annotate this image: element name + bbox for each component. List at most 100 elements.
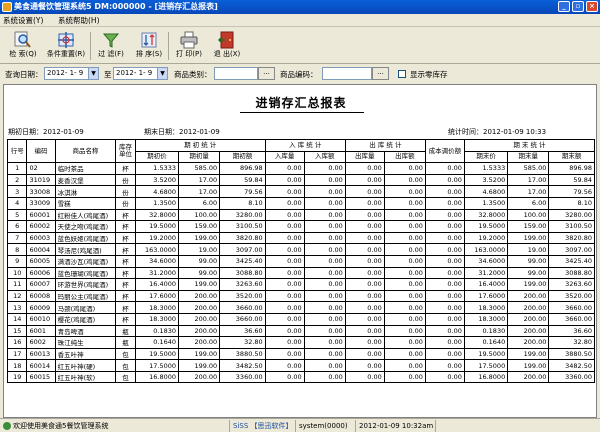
table-cell: 19 [6, 370, 28, 384]
table-cell: 36.60 [219, 324, 266, 338]
table-cell: 杯 [115, 266, 136, 280]
zero-stock-checkbox[interactable] [398, 70, 406, 78]
search-button[interactable]: 检 索(Q) [6, 30, 40, 62]
table-cell: 0.00 [424, 254, 465, 268]
table-row[interactable]: 7 60003 蓝色妖姬(鸡尾酒) 杯 19.2000 199.00 3820.80 0.00… [6, 231, 595, 245]
table-cell: 0.00 [424, 347, 465, 361]
table-cell: 3482.50 [548, 359, 595, 372]
table-row[interactable]: 18 60014 红五叶神(硬) 包 17.5000 199.00 3482.50 0.00 0… [6, 359, 595, 372]
table-cell: 19.5000 [463, 347, 509, 361]
table-cell: 0.00 [383, 370, 426, 384]
table-cell: 199.00 [178, 278, 221, 291]
table-cell: 34.6000 [463, 254, 509, 268]
code-browse-button[interactable]: ... [372, 67, 389, 80]
end-period: 期末日期：2012-01-09 [144, 128, 220, 136]
table-cell: 200.00 [507, 370, 550, 384]
table-cell: 8.10 [548, 196, 595, 210]
table-row[interactable]: 11 60007 环游世界(鸡尾酒) 杯 16.4000 199.00 3263.60 0.0… [6, 278, 595, 291]
menu-system-help[interactable]: 系统帮助(H) [58, 15, 100, 26]
printer-icon [180, 31, 198, 49]
code-input[interactable] [322, 67, 372, 80]
table-cell: 200.00 [507, 301, 550, 314]
table-cell: 0.00 [344, 266, 385, 280]
header-init-qty: 期初量 [178, 150, 221, 164]
table-cell: 59.84 [219, 173, 266, 187]
table-cell: 3100.50 [219, 220, 266, 233]
table-row[interactable]: 10 60006 蓝色珊瑚(鸡尾酒) 杯 31.2000 99.00 3088.80 0.00… [6, 266, 595, 280]
minimize-icon[interactable]: _ [558, 1, 570, 12]
table-cell: 5 [6, 208, 28, 222]
table-row[interactable]: 6 60002 天使之吻(鸡尾酒) 杯 19.5000 159.00 3100.50 0.00… [6, 220, 595, 233]
table-cell: 0.00 [383, 162, 426, 175]
chevron-down-icon[interactable]: ▼ [157, 68, 167, 79]
group-header-initial: 期 初 统 计 [134, 139, 266, 152]
table-cell: 杯 [115, 220, 136, 233]
table-cell: 31019 [26, 173, 56, 187]
table-row[interactable]: 5 60001 红粉佳人(鸡尾酒) 杯 32.8000 100.00 3280.00 0.00… [6, 208, 595, 222]
table-cell: 0.00 [383, 278, 426, 291]
table-row[interactable]: 17 60013 香五叶神包 19.5000 199.00 3880.50 0.00 0.00… [6, 347, 595, 361]
table-cell: 6.00 [178, 196, 221, 210]
exit-button[interactable]: 退 出(X) [210, 30, 244, 62]
table-cell: 0.00 [264, 173, 305, 187]
table-cell: 3880.50 [548, 347, 595, 361]
table-row[interactable]: 12 60008 玛丽公主(鸡尾酒) 杯 17.6000 200.00 3520.00 0.0… [6, 289, 595, 303]
table-row[interactable]: 9 60005 满酒沙瓦(鸡尾酒) 杯 34.6000 99.00 3425.40 0.00 0… [6, 254, 595, 268]
table-cell: 冰淇淋 [54, 185, 117, 198]
table-cell: 珠江纯生 [54, 336, 117, 349]
table-cell: 杯 [115, 254, 136, 268]
table-cell: 0.00 [344, 370, 385, 384]
table-cell: 0.00 [264, 324, 305, 338]
toolbar-separator [168, 32, 169, 60]
table-cell: 3660.00 [219, 301, 266, 314]
table-cell: 0.00 [264, 196, 305, 210]
table-cell: 200.00 [507, 312, 550, 326]
table-row[interactable]: 15 6001 青岛啤酒瓶 0.1830 200.00 36.60 0.00 0.00 0.00… [6, 324, 595, 338]
table-row[interactable]: 14 60010 樱花(鸡尾酒) 杯 18.3000 200.00 3660.00 0.00 0… [6, 312, 595, 326]
category-browse-button[interactable]: ... [258, 67, 275, 80]
table-cell: 11 [6, 278, 28, 291]
table-cell: 896.98 [219, 162, 266, 175]
table-cell: 3.5200 [463, 173, 509, 187]
table-row[interactable]: 2 31019 麦香汉堡份 3.5200 17.00 59.84 0.00 0.00 0.00 0… [6, 173, 595, 187]
table-cell: 0.00 [424, 243, 465, 256]
table-cell: 200.00 [178, 370, 221, 384]
sort-button[interactable]: 排 序(S) [132, 30, 166, 62]
table-cell: 天使之吻(鸡尾酒) [54, 220, 117, 233]
table-cell: 7 [6, 231, 28, 245]
filter-button[interactable]: 过 滤(F) [94, 30, 128, 62]
table-cell: 199.00 [178, 347, 221, 361]
table-cell: 31.2000 [134, 266, 180, 280]
chevron-down-icon[interactable]: ▼ [88, 68, 98, 79]
table-cell: 包 [115, 347, 136, 361]
close-icon[interactable]: × [586, 1, 598, 12]
table-cell: 0.00 [424, 196, 465, 210]
table-row[interactable]: 19 60015 红五叶神(软) 包 16.8000 200.00 3360.00 0.00 0… [6, 370, 595, 384]
end-date-picker[interactable]: 2012- 1- 9 ▼ [113, 67, 168, 80]
start-period: 期初日期：2012-01-09 [8, 128, 84, 136]
table-cell: 32.8000 [463, 208, 509, 222]
start-date-picker[interactable]: 2012- 1- 9 ▼ [44, 67, 99, 80]
table-cell: 0.00 [344, 220, 385, 233]
table-row[interactable]: 3 33008 冰淇淋份 4.6800 17.00 79.56 0.00 0.00 0.00 0.… [6, 185, 595, 198]
table-cell: 0.00 [424, 370, 465, 384]
table-row[interactable]: 1 02 临时茶品杯 1.5333 585.00 896.98 0.00 0.00 0.00 0.… [6, 162, 595, 175]
table-cell: 0.00 [383, 301, 426, 314]
table-cell: 79.56 [219, 185, 266, 198]
table-cell: 份 [115, 173, 136, 187]
table-cell: 17.5000 [463, 359, 509, 372]
header-code: 编码 [26, 138, 56, 164]
menu-system-settings[interactable]: 系统设置(Y) [3, 15, 43, 26]
table-cell: 16.4000 [134, 278, 180, 291]
category-input[interactable] [214, 67, 258, 80]
print-button[interactable]: 打 印(P) [172, 30, 206, 62]
table-row[interactable]: 16 6002 珠江纯生瓶 0.1640 200.00 32.80 0.00 0.00 0.00… [6, 336, 595, 349]
restore-icon[interactable]: ▫ [572, 1, 584, 12]
table-cell: 2 [6, 173, 28, 187]
table-row[interactable]: 4 33009 雪糕份 1.3500 6.00 8.10 0.00 0.00 0.00 0.00 0… [6, 196, 595, 210]
table-cell: 60006 [26, 266, 56, 280]
reset-conditions-button[interactable]: 条件重置(R) [46, 30, 86, 62]
table-row[interactable]: 8 60004 琴汤尼(鸡尾酒) 杯 163.0000 19.00 3097.00 0.00 0… [6, 243, 595, 256]
table-row[interactable]: 13 60009 马颈(鸡尾酒) 杯 18.3000 200.00 3660.00 0.00 0… [6, 301, 595, 314]
table-cell: 3482.50 [219, 359, 266, 372]
